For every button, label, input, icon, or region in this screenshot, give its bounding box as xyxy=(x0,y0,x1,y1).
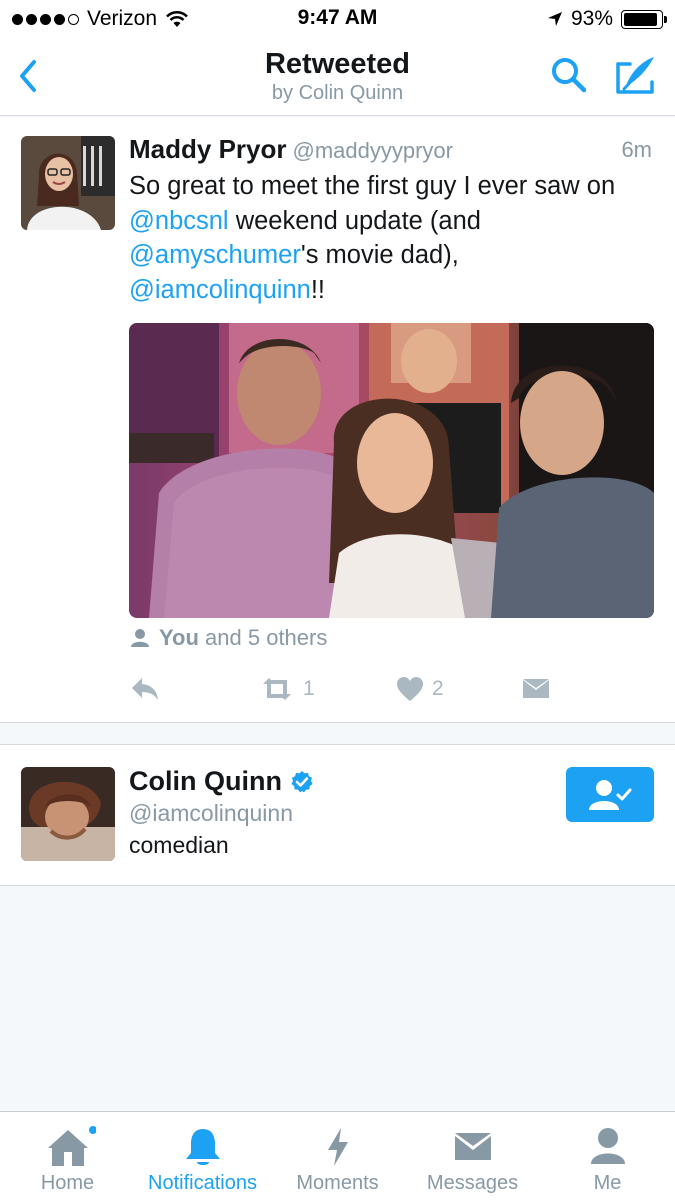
user-handle: @iamcolinquinn xyxy=(129,800,293,826)
tweet-author-handle[interactable]: @maddyyypryor xyxy=(293,138,454,163)
lightning-icon xyxy=(327,1128,348,1166)
tweet-actions: 1 2 xyxy=(129,674,629,704)
user-card[interactable]: Colin Quinn @iamcolinquinn comedian xyxy=(0,744,675,886)
person-icon xyxy=(131,629,149,647)
tab-bar: Home Notifications Moments Messages Me xyxy=(0,1111,675,1200)
profile-photo-colin xyxy=(21,767,115,861)
search-button[interactable] xyxy=(548,54,590,96)
tab-messages[interactable]: Messages xyxy=(405,1112,540,1200)
tab-home[interactable]: Home xyxy=(0,1112,135,1200)
heart-icon xyxy=(397,677,423,701)
tweet-photo[interactable] xyxy=(129,323,654,618)
social-you: You xyxy=(159,625,199,650)
tweet-card[interactable]: Maddy Pryor @maddyyypryor 6m So great to … xyxy=(0,117,675,723)
user-bio: comedian xyxy=(129,832,229,858)
tab-label: Me xyxy=(593,1172,622,1194)
status-bar: Verizon 9:47 AM 93% xyxy=(0,0,675,38)
tab-moments[interactable]: Moments xyxy=(270,1112,405,1200)
tweet-text-part: weekend update (and xyxy=(228,206,481,235)
tab-notifications[interactable]: Notifications xyxy=(135,1112,270,1200)
tab-label: Notifications xyxy=(148,1172,257,1194)
envelope-icon xyxy=(454,1133,491,1160)
tab-me[interactable]: Me xyxy=(540,1112,675,1200)
verified-badge-icon xyxy=(291,770,313,792)
battery-icon xyxy=(621,9,667,29)
location-arrow-icon xyxy=(547,12,562,26)
person-check-icon xyxy=(589,779,632,810)
compose-button[interactable] xyxy=(612,52,658,98)
reply-icon xyxy=(132,678,158,700)
like-count: 2 xyxy=(432,677,444,700)
nav-bar: Retweeted by Colin Quinn xyxy=(0,38,675,116)
battery-percent: 93% xyxy=(570,7,613,30)
retweet-button[interactable]: 1 xyxy=(259,674,315,704)
battery-fill xyxy=(624,12,658,26)
tweet-timestamp: 6m xyxy=(621,137,652,162)
home-icon xyxy=(47,1126,96,1166)
tab-label: Moments xyxy=(296,1172,379,1194)
mention-link[interactable]: @iamcolinquinn xyxy=(129,276,311,304)
battery-group: 93% xyxy=(547,7,667,31)
direct-message-button[interactable] xyxy=(522,674,550,704)
profile-photo-maddy xyxy=(21,136,115,230)
mention-link[interactable]: @nbcsnl xyxy=(129,207,229,235)
tweet-header: Maddy Pryor @maddyyypryor 6m xyxy=(129,134,654,168)
social-others: and 5 others xyxy=(205,625,328,650)
reply-button[interactable] xyxy=(129,674,161,704)
user-name[interactable]: Colin Quinn xyxy=(129,766,282,797)
tweet-author-name[interactable]: Maddy Pryor xyxy=(129,134,287,164)
user-name-row: Colin Quinn xyxy=(129,766,314,797)
mention-link[interactable]: @amyschumer xyxy=(129,241,301,269)
avatar[interactable] xyxy=(21,136,115,230)
person-icon xyxy=(590,1128,625,1164)
tweet-text-part: So great to meet the first guy I ever sa… xyxy=(129,172,616,200)
notification-dot xyxy=(88,1126,96,1134)
retweet-icon xyxy=(263,678,291,700)
social-context[interactable]: You and 5 others xyxy=(129,625,327,651)
bell-icon xyxy=(185,1129,220,1165)
tab-label: Messages xyxy=(426,1172,519,1194)
retweet-count: 1 xyxy=(303,677,315,700)
like-button[interactable]: 2 xyxy=(396,674,444,704)
tweet-text-part: !! xyxy=(310,275,325,304)
following-button[interactable] xyxy=(566,767,654,822)
tab-label: Home xyxy=(40,1172,95,1194)
tweet-photo-image xyxy=(129,323,654,618)
tweet-text: So great to meet the first guy I ever sa… xyxy=(129,169,659,307)
compose-icon xyxy=(616,57,654,94)
envelope-icon xyxy=(523,679,549,698)
search-icon xyxy=(552,58,587,93)
avatar[interactable] xyxy=(21,767,115,861)
tweet-text-part: 's movie dad), xyxy=(300,241,459,269)
